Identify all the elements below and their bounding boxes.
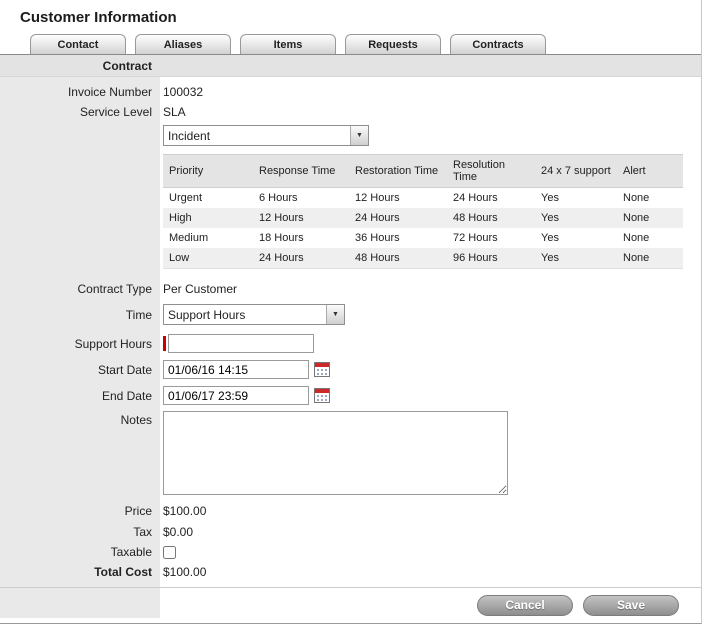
cancel-button[interactable]: Cancel [477, 595, 573, 616]
col-support: 24 x 7 support [535, 155, 617, 188]
tab-requests-label: Requests [368, 39, 418, 51]
contract-type-label: Contract Type [0, 282, 160, 296]
calendar-icon[interactable] [314, 362, 330, 377]
customer-information-page: Customer Information Contact Aliases Ite… [0, 0, 702, 624]
taxable-row: Taxable [0, 545, 701, 559]
notes-textarea[interactable] [163, 411, 508, 495]
total-cost-label: Total Cost [0, 565, 160, 579]
page-title: Customer Information [0, 0, 701, 31]
start-date-label: Start Date [0, 363, 160, 377]
service-level-row: Service Level SLA [0, 105, 701, 119]
time-label: Time [0, 308, 160, 322]
required-marker [163, 336, 166, 351]
end-date-label: End Date [0, 389, 160, 403]
tax-row: Tax $0.00 [0, 525, 701, 539]
invoice-number-label: Invoice Number [0, 85, 160, 99]
section-header: Contract [0, 55, 701, 77]
service-level-label: Service Level [0, 105, 160, 119]
end-date-row: End Date [0, 386, 701, 405]
tab-requests[interactable]: Requests [345, 34, 441, 54]
time-select[interactable]: Support Hours [163, 304, 345, 325]
price-row: Price $100.00 [0, 504, 701, 518]
total-cost-row: Total Cost $100.00 [0, 565, 701, 579]
table-row: Low 24 Hours 48 Hours 96 Hours Yes None [163, 248, 683, 269]
contract-type-value: Per Customer [160, 282, 237, 296]
notes-row: Notes [0, 411, 701, 495]
tab-contracts[interactable]: Contracts [450, 34, 546, 54]
table-header-row: Priority Response Time Restoration Time … [163, 155, 683, 188]
start-date-input[interactable] [163, 360, 309, 379]
invoice-number-value: 100032 [160, 85, 203, 99]
tab-items-label: Items [274, 39, 303, 51]
sla-priority-table: Priority Response Time Restoration Time … [163, 154, 683, 269]
col-resolution: Resolution Time [447, 155, 535, 188]
price-label: Price [0, 504, 160, 518]
section-title: Contract [0, 59, 160, 73]
table-row: Urgent 6 Hours 12 Hours 24 Hours Yes Non… [163, 188, 683, 209]
table-row: Medium 18 Hours 36 Hours 72 Hours Yes No… [163, 228, 683, 248]
time-row: Time Support Hours ▼ [0, 304, 701, 325]
col-response: Response Time [253, 155, 349, 188]
col-alert: Alert [617, 155, 683, 188]
sla-type-row: Incident ▼ [0, 125, 701, 146]
save-button[interactable]: Save [583, 595, 679, 616]
invoice-number-row: Invoice Number 100032 [0, 85, 701, 99]
notes-label: Notes [0, 411, 160, 427]
col-restoration: Restoration Time [349, 155, 447, 188]
tab-contracts-label: Contracts [472, 39, 523, 51]
support-hours-row: Support Hours [0, 334, 701, 353]
taxable-checkbox[interactable] [163, 546, 176, 559]
support-hours-input[interactable] [168, 334, 314, 353]
tab-contact-label: Contact [58, 39, 99, 51]
end-date-input[interactable] [163, 386, 309, 405]
col-priority: Priority [163, 155, 253, 188]
calendar-icon[interactable] [314, 388, 330, 403]
start-date-row: Start Date [0, 360, 701, 379]
taxable-label: Taxable [0, 545, 160, 559]
tab-aliases[interactable]: Aliases [135, 34, 231, 54]
contract-form: Contract Invoice Number 100032 Service L… [0, 54, 701, 618]
tab-contact[interactable]: Contact [30, 34, 126, 54]
tab-bar: Contact Aliases Items Requests Contracts [0, 31, 701, 54]
sla-type-select[interactable]: Incident [163, 125, 369, 146]
tab-items[interactable]: Items [240, 34, 336, 54]
contract-type-row: Contract Type Per Customer [0, 282, 701, 296]
tax-label: Tax [0, 525, 160, 539]
form-footer: Cancel Save [0, 587, 701, 616]
price-value: $100.00 [160, 504, 206, 518]
tax-value: $0.00 [160, 525, 193, 539]
service-level-value: SLA [160, 105, 186, 119]
support-hours-label: Support Hours [0, 337, 160, 351]
tab-aliases-label: Aliases [164, 39, 203, 51]
table-row: High 12 Hours 24 Hours 48 Hours Yes None [163, 208, 683, 228]
total-cost-value: $100.00 [160, 565, 206, 579]
